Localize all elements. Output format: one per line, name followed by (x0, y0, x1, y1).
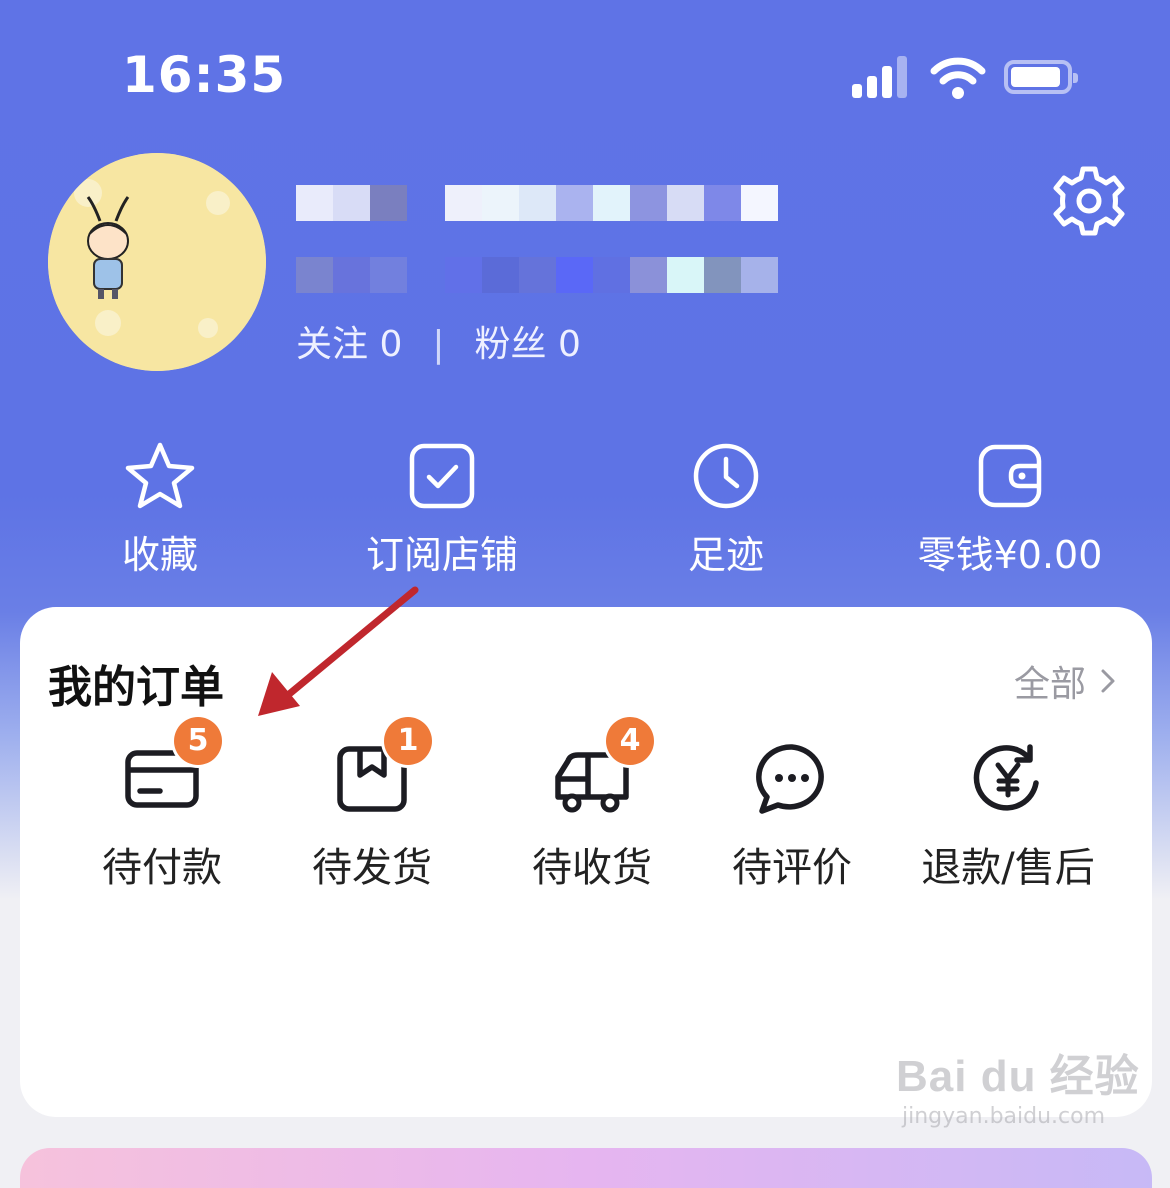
mosaic-block (370, 257, 407, 293)
fans-count: 0 (557, 324, 581, 365)
mosaic-block (445, 185, 482, 221)
mosaic-block (704, 185, 741, 221)
view-all-label: 全部 (1013, 664, 1086, 705)
mosaic-block (704, 257, 741, 293)
mosaic-block (593, 257, 630, 293)
battery-icon (1004, 60, 1078, 94)
wifi-icon (930, 57, 986, 99)
orders-title: 我的订单 (48, 662, 224, 713)
quick-action-subscribed-shops[interactable]: 订阅店铺 (322, 440, 562, 579)
promo-banner-edge[interactable] (20, 1148, 1152, 1188)
quick-action-label: 收藏 (121, 533, 198, 577)
blurred-user-id (296, 257, 778, 293)
order-status-label: 待付款 (102, 845, 222, 891)
view-all-orders-link[interactable]: 全部 (1014, 655, 1122, 707)
check-square-icon (409, 443, 475, 509)
quick-action-history[interactable]: 足迹 (606, 440, 846, 579)
refund-yen-icon (973, 744, 1039, 811)
mosaic-block (333, 185, 370, 221)
mosaic-block (333, 257, 370, 293)
mosaic-block (667, 257, 704, 293)
order-status-label: 退款/售后 (921, 845, 1095, 891)
quick-action-label: 足迹 (687, 533, 764, 577)
avatar[interactable] (48, 153, 266, 371)
mosaic-block (593, 185, 630, 221)
mosaic-block (445, 257, 482, 293)
clock-icon (693, 443, 759, 509)
mosaic-block (667, 185, 704, 221)
order-pending-shipment[interactable]: 1 待发货 (262, 717, 482, 893)
fans-stat[interactable]: 粉丝 0 (475, 324, 581, 365)
order-pending-receipt[interactable]: 4 待收货 (482, 717, 702, 893)
order-pending-payment[interactable]: 5 待付款 (52, 717, 272, 893)
order-refund-aftersales[interactable]: 退款/售后 (898, 737, 1118, 893)
status-bar-icons (852, 56, 1092, 102)
gear-icon[interactable] (1052, 164, 1126, 238)
watermark-logo: Bai du 经验 (896, 1052, 1140, 1101)
quick-action-wallet[interactable]: 零钱¥0.00 (890, 440, 1130, 579)
mosaic-block (556, 257, 593, 293)
quick-action-favorites[interactable]: 收藏 (40, 440, 280, 579)
star-icon (125, 442, 195, 509)
mosaic-block (370, 185, 407, 221)
mosaic-block (519, 257, 556, 293)
mosaic-block (482, 257, 519, 293)
mosaic-block (556, 185, 593, 221)
mosaic-block (630, 185, 667, 221)
order-status-label: 待收货 (532, 845, 652, 891)
baidu-jingyan-watermark: Bai du 经验 jingyan.baidu.com (896, 1040, 1140, 1129)
avatar-image (48, 153, 266, 371)
follow-label: 关注 (296, 324, 369, 365)
mosaic-block (296, 257, 333, 293)
wallet-icon (978, 444, 1042, 508)
quick-action-label: 零钱¥0.00 (917, 533, 1103, 577)
quick-action-label: 订阅店铺 (365, 533, 518, 577)
stat-divider: | (432, 324, 445, 365)
badge-count: 4 (606, 717, 654, 765)
follow-count: 0 (379, 324, 403, 365)
mosaic-block (741, 185, 778, 221)
mosaic-block (296, 185, 333, 221)
watermark-url: jingyan.baidu.com (902, 1104, 1106, 1129)
mosaic-block (741, 257, 778, 293)
order-status-label: 待评价 (732, 845, 852, 891)
mosaic-block (519, 185, 556, 221)
badge-count: 5 (174, 717, 222, 765)
mosaic-block (630, 257, 667, 293)
status-time: 16:35 (122, 46, 287, 104)
mosaic-block (482, 185, 519, 221)
chat-icon (756, 744, 824, 814)
order-status-label: 待发货 (312, 845, 432, 891)
order-pending-review[interactable]: 待评价 (682, 737, 902, 893)
fans-label: 粉丝 (474, 324, 547, 365)
badge-count: 1 (384, 717, 432, 765)
blurred-username (296, 185, 778, 221)
follow-stat[interactable]: 关注 0 (296, 324, 402, 365)
cellular-signal-icon (852, 56, 912, 98)
follow-stats: 关注 0 | 粉丝 0 (296, 315, 581, 367)
chevron-right-icon (1101, 669, 1115, 693)
